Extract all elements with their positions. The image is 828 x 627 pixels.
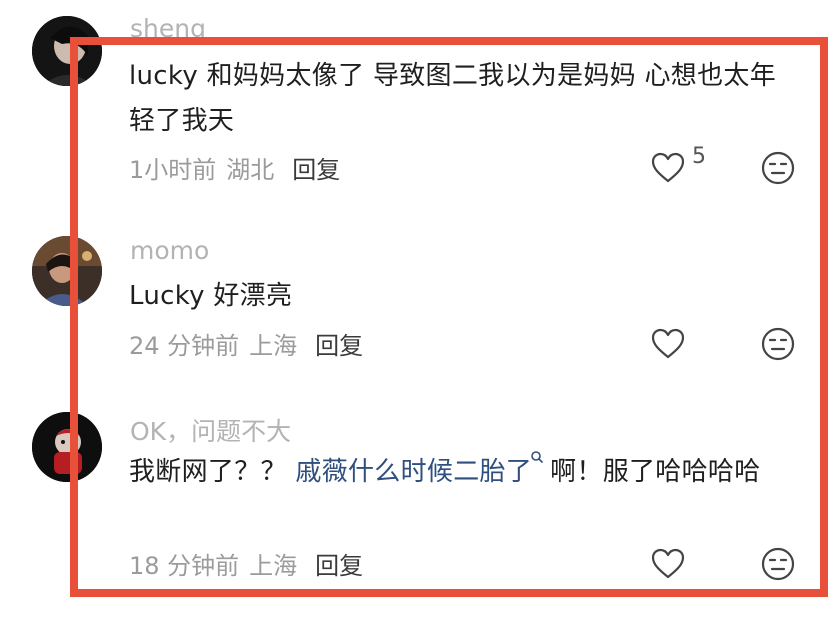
highlight-box — [70, 37, 828, 597]
